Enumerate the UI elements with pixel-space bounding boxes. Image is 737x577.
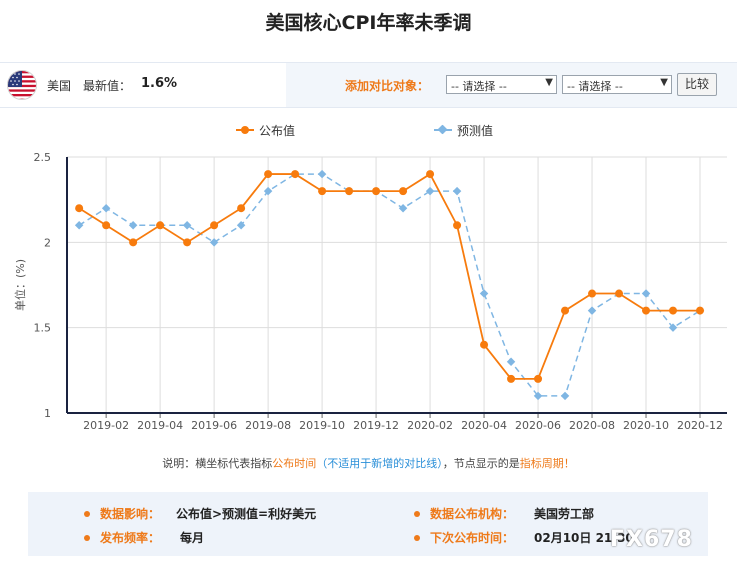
legend-marker-actual	[241, 126, 249, 134]
data-point-actual	[210, 221, 219, 230]
frequency-value: 每月	[180, 531, 205, 545]
data-point-forecast	[182, 221, 192, 230]
data-point-actual	[588, 289, 597, 298]
legend-marker-forecast	[437, 124, 448, 135]
latest-value-panel: 美国 最新值： 1.6%	[0, 63, 286, 107]
data-point-actual	[237, 204, 246, 213]
watermark-logo: FX678	[610, 527, 693, 552]
series-line-forecast	[78, 173, 701, 397]
data-point-actual	[480, 340, 489, 349]
x-tick-label: 2020-04	[461, 419, 507, 432]
chevron-down-icon: ▼	[545, 77, 553, 88]
data-point-forecast	[560, 391, 570, 401]
x-tick-label: 2019-12	[353, 419, 399, 432]
x-tick-label: 2019-10	[299, 419, 345, 432]
latest-label: 最新值：	[83, 79, 132, 93]
data-point-actual	[399, 187, 408, 196]
note-prefix: 说明：横坐标代表指标	[162, 457, 273, 470]
data-point-actual	[291, 170, 300, 179]
data-point-forecast	[506, 357, 516, 367]
legend-label-actual: 公布值	[259, 124, 296, 138]
compare-label: 添加对比对象：	[345, 79, 430, 93]
org-value: 美国劳工部	[534, 507, 595, 521]
data-point-actual	[561, 306, 570, 315]
data-point-actual	[453, 221, 462, 230]
y-tick-label: 2	[44, 236, 51, 249]
x-tick-label: 2020-02	[407, 419, 453, 432]
compare-select-1-value: -- 请选择 --	[451, 80, 507, 93]
y-axis-title: 单位：(%)	[13, 259, 27, 311]
data-point-actual	[75, 204, 84, 213]
x-tick-label: 2020-08	[569, 419, 615, 432]
data-point-forecast	[641, 289, 651, 298]
info-panel: 数据影响： 公布值>预测值=利好美元 发布频率： 每月 数据公布机构： 美国劳工…	[28, 492, 708, 556]
data-point-forecast	[317, 169, 327, 179]
data-point-forecast	[101, 203, 111, 213]
series-line-actual	[78, 172, 701, 380]
next-release-label: 下次公布时间：	[430, 531, 515, 545]
compare-select-1[interactable]: -- 请选择 -- ▼	[446, 75, 557, 94]
x-tick-label: 2019-04	[137, 419, 183, 432]
note-paren: （不适用于新增的对比线）	[316, 457, 443, 470]
y-tick-label: 1.5	[34, 322, 52, 335]
data-point-actual	[129, 238, 138, 247]
data-point-actual	[183, 238, 192, 247]
org-label: 数据公布机构：	[430, 507, 515, 521]
data-point-actual	[534, 374, 543, 383]
compare-button[interactable]: 比较	[677, 73, 717, 96]
note-mid: ，节点显示的是	[442, 457, 520, 470]
line-chart: 1 1.5 2 2.5 2019-02 2019-04 2019-06 2019-08 2019…	[13, 151, 727, 432]
impact-value: 公布值>预测值=利好美元	[176, 507, 317, 521]
data-point-actual	[426, 170, 435, 179]
data-point-actual	[696, 306, 705, 315]
x-tick-label: 2019-06	[191, 419, 237, 432]
bullet-icon	[84, 535, 90, 541]
us-flag-icon	[7, 70, 37, 100]
data-point-actual	[615, 289, 624, 298]
note-period: 指标周期！	[519, 457, 575, 470]
x-tick-label: 2020-10	[623, 419, 669, 432]
latest-value: 1.6%	[141, 76, 178, 91]
data-point-forecast	[479, 289, 489, 298]
compare-select-2[interactable]: -- 请选择 -- ▼	[562, 75, 672, 94]
data-point-forecast	[74, 221, 84, 230]
y-tick-label: 1	[44, 407, 51, 420]
data-point-actual	[372, 187, 381, 196]
legend-label-forecast: 预测值	[457, 124, 494, 138]
x-tick-label: 2020-06	[515, 419, 561, 432]
data-point-actual	[345, 187, 354, 196]
country-label: 美国	[47, 79, 72, 93]
bullet-icon	[414, 511, 420, 517]
data-point-forecast	[398, 203, 408, 213]
data-point-actual	[507, 374, 516, 383]
data-point-actual	[102, 221, 111, 230]
data-point-actual	[156, 221, 165, 230]
x-tick-label: 2019-08	[245, 419, 291, 432]
data-point-actual	[264, 170, 273, 179]
chart-note: 说明：横坐标代表指标公布时间（不适用于新增的对比线），节点显示的是指标周期！	[0, 455, 737, 471]
note-time: 公布时间	[272, 457, 317, 470]
data-point-forecast	[452, 186, 462, 196]
page-title: 美国核心CPI年率未季调	[265, 12, 472, 34]
data-point-forecast	[587, 306, 597, 315]
frequency-label: 发布频率：	[100, 531, 161, 545]
data-point-actual	[642, 306, 651, 315]
compare-select-2-value: -- 请选择 --	[567, 80, 623, 93]
chevron-down-icon: ▼	[660, 77, 668, 88]
bullet-icon	[84, 511, 90, 517]
x-tick-label: 2019-02	[83, 419, 129, 432]
data-point-actual	[318, 187, 327, 196]
data-point-forecast	[209, 238, 219, 247]
data-point-forecast	[128, 221, 138, 230]
data-point-actual	[669, 306, 678, 315]
data-point-forecast	[425, 186, 435, 196]
impact-label: 数据影响：	[100, 507, 161, 521]
y-tick-label: 2.5	[34, 151, 52, 164]
control-bar: 美国 最新值： 1.6% 添加对比对象： -- 请选择 -- ▼ -- 请选择 …	[0, 62, 737, 108]
bullet-icon	[414, 535, 420, 541]
x-tick-label: 2020-12	[677, 419, 723, 432]
